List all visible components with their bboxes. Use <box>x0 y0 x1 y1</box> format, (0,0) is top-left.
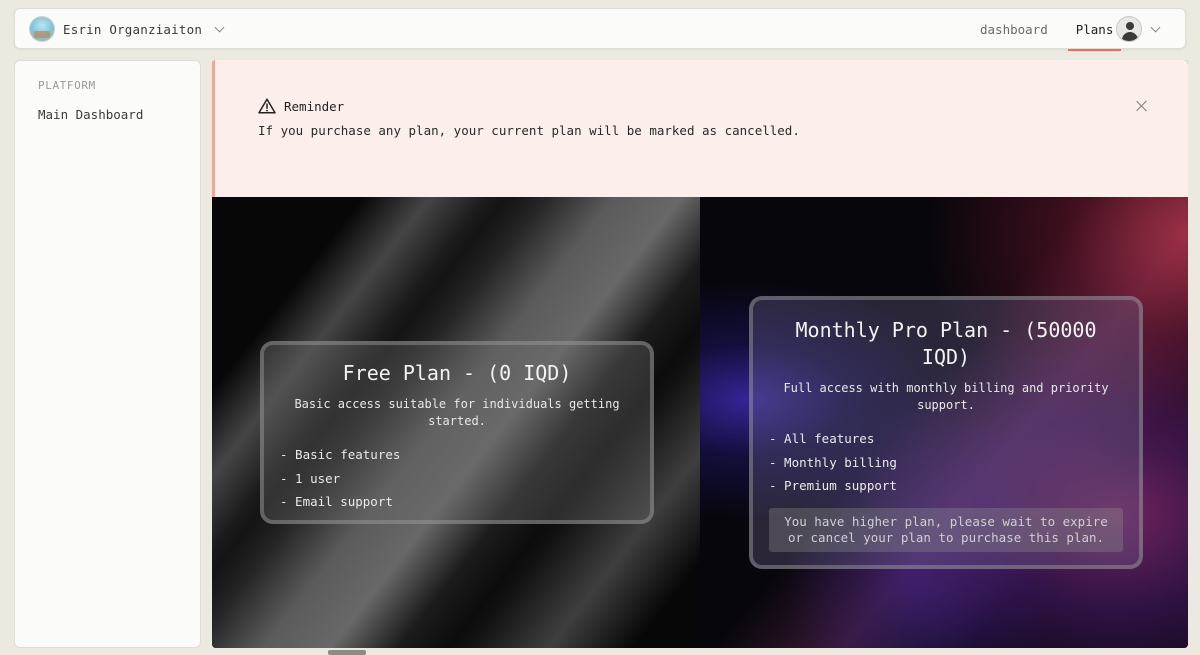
plan-panel-pro: Monthly Pro Plan - (50000 IQD) Full acce… <box>700 197 1188 648</box>
org-switcher[interactable]: Esrin Organziaiton <box>29 16 225 42</box>
nav-plans[interactable]: Plans <box>1067 9 1122 51</box>
chevron-down-icon <box>214 22 225 32</box>
sidebar-item-main-dashboard[interactable]: Main Dashboard <box>38 107 143 122</box>
plan-features: - All features - Monthly billing - Premi… <box>753 427 1139 498</box>
plan-description: Full access with monthly billing and pri… <box>783 381 1109 412</box>
user-menu[interactable] <box>1116 16 1161 42</box>
user-avatar-icon <box>1116 16 1142 42</box>
org-name: Esrin Organziaiton <box>63 21 203 37</box>
plan-feature: - Monthly billing <box>769 454 897 470</box>
chevron-down-icon <box>1150 22 1161 32</box>
alert-title: Reminder <box>284 98 345 114</box>
plan-title: Free Plan - (0 IQD) <box>342 361 572 385</box>
plan-card-free[interactable]: Free Plan - (0 IQD) Basic access suitabl… <box>260 341 654 524</box>
nav-dashboard[interactable]: dashboard <box>972 9 1056 50</box>
plan-feature: - Premium support <box>769 478 897 493</box>
plan-features: - Basic features - 1 user - Email suppor… <box>264 443 650 514</box>
close-icon[interactable] <box>1134 98 1150 114</box>
plan-feature: - Email support <box>280 494 393 509</box>
plan-feature: - 1 user <box>280 470 341 486</box>
top-bar: Esrin Organziaiton dashboard Plans <box>14 8 1186 51</box>
sidebar: PLATFORM Main Dashboard <box>14 60 201 648</box>
org-avatar <box>29 16 55 42</box>
reminder-alert: Reminder If you purchase any plan, your … <box>212 60 1188 197</box>
sidebar-section-label: PLATFORM <box>38 79 96 92</box>
top-nav: dashboard Plans <box>972 9 1122 51</box>
plan-card-monthly-pro[interactable]: Monthly Pro Plan - (50000 IQD) Full acce… <box>749 296 1143 569</box>
plan-description: Basic access suitable for individuals ge… <box>294 397 620 428</box>
plan-feature: - Basic features <box>280 447 401 462</box>
plan-title: Monthly Pro Plan - (50000 IQD) <box>795 318 1097 369</box>
alert-message: If you purchase any plan, your current p… <box>258 123 800 138</box>
plan-panel-free: Free Plan - (0 IQD) Basic access suitabl… <box>212 197 700 648</box>
warning-icon <box>258 98 276 114</box>
main-content: Reminder If you purchase any plan, your … <box>212 60 1188 648</box>
purchase-disabled-button[interactable]: You have higher plan, please wait to exp… <box>769 507 1123 552</box>
plan-feature: - All features <box>769 431 875 446</box>
horizontal-scrollbar[interactable] <box>328 650 366 655</box>
